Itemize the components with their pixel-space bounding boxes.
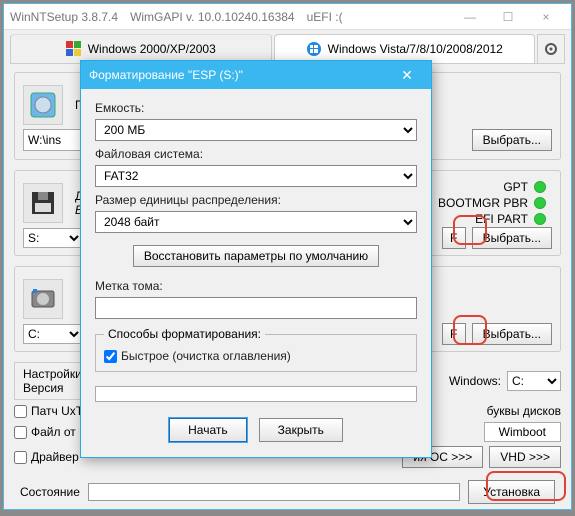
allocation-select[interactable]: 2048 байт bbox=[95, 211, 417, 233]
tab-legacy[interactable]: Windows 2000/XP/2003 bbox=[10, 34, 272, 63]
close-button[interactable]: × bbox=[527, 6, 565, 28]
disc-icon bbox=[23, 85, 63, 125]
wimboot-label: Wimboot bbox=[484, 422, 561, 442]
install-button[interactable]: Установка bbox=[468, 480, 555, 504]
windows-logo-icon bbox=[306, 41, 322, 57]
format-methods-group: Способы форматирования: Быстрое (очистка… bbox=[95, 327, 417, 372]
maximize-button[interactable]: ☐ bbox=[489, 6, 527, 28]
fileot-checkbox[interactable]: Файл от bbox=[14, 425, 76, 439]
app-title: WinNTSetup 3.8.7.4 bbox=[10, 10, 118, 24]
floppy-icon bbox=[23, 183, 63, 223]
dialog-titlebar: Форматирование "ESP (S:)" ✕ bbox=[81, 61, 431, 89]
drives-label: буквы дисков bbox=[487, 404, 561, 418]
tab-modern-label: Windows Vista/7/8/10/2008/2012 bbox=[328, 42, 503, 56]
gear-icon bbox=[543, 41, 559, 57]
efi-title: uEFI :( bbox=[307, 10, 343, 24]
progress-bar bbox=[88, 483, 460, 501]
drivers-checkbox[interactable]: Драйвер bbox=[14, 450, 79, 464]
install-format-button[interactable]: F bbox=[442, 323, 466, 345]
format-methods-label: Способы форматирования: bbox=[104, 327, 265, 341]
capacity-label: Емкость: bbox=[95, 101, 417, 115]
efipart-dot-icon bbox=[534, 213, 546, 225]
volume-label-label: Метка тома: bbox=[95, 279, 417, 293]
bootmgr-label: BOOTMGR PBR bbox=[438, 195, 528, 211]
minimize-button[interactable]: — bbox=[451, 6, 489, 28]
efipart-label: EFI PART bbox=[475, 211, 528, 227]
gpt-dot-icon bbox=[534, 181, 546, 193]
windows-flag-icon bbox=[66, 41, 82, 57]
source-browse-button[interactable]: Выбрать... bbox=[472, 129, 552, 151]
tab-modern[interactable]: Windows Vista/7/8/10/2008/2012 bbox=[274, 34, 536, 63]
dialog-close-button[interactable]: ✕ bbox=[391, 65, 423, 85]
bootmgr-dot-icon bbox=[534, 197, 546, 209]
patch-checkbox[interactable]: Патч UxT bbox=[14, 404, 83, 418]
state-label: Состояние bbox=[20, 485, 80, 499]
capacity-select[interactable]: 200 МБ bbox=[95, 119, 417, 141]
restore-defaults-button[interactable]: Восстановить параметры по умолчанию bbox=[133, 245, 379, 267]
version-label: Версия bbox=[23, 381, 82, 395]
tab-settings[interactable] bbox=[537, 34, 565, 63]
quick-format-checkbox[interactable]: Быстрое (очистка оглавления) bbox=[104, 349, 408, 363]
boot-browse-button[interactable]: Выбрать... bbox=[472, 227, 552, 249]
hdd-icon bbox=[23, 279, 63, 319]
gpt-label: GPT bbox=[503, 179, 528, 195]
api-title: WimGAPI v. 10.0.10240.16384 bbox=[130, 10, 295, 24]
allocation-label: Размер единицы распределения: bbox=[95, 193, 417, 207]
filesystem-select[interactable]: FAT32 bbox=[95, 165, 417, 187]
volume-label-input[interactable] bbox=[95, 297, 417, 319]
vhd-button[interactable]: VHD >>> bbox=[489, 446, 561, 468]
format-dialog: Форматирование "ESP (S:)" ✕ Емкость: 200… bbox=[80, 60, 432, 458]
install-browse-button[interactable]: Выбрать... bbox=[472, 323, 552, 345]
boot-format-button[interactable]: F bbox=[442, 227, 466, 249]
dialog-progress-bar bbox=[95, 386, 417, 402]
status-lights: GPT BOOTMGR PBR EFI PART bbox=[438, 179, 546, 227]
dialog-title: Форматирование "ESP (S:)" bbox=[89, 68, 243, 82]
windows-drive-select[interactable]: C: bbox=[507, 371, 561, 391]
boot-drive-select[interactable]: S: bbox=[23, 228, 83, 248]
windows-label: Windows: bbox=[449, 374, 501, 388]
filesystem-label: Файловая система: bbox=[95, 147, 417, 161]
titlebar: WinNTSetup 3.8.7.4 WimGAPI v. 10.0.10240… bbox=[4, 4, 571, 30]
cancel-button[interactable]: Закрыть bbox=[259, 418, 343, 442]
tab-legacy-label: Windows 2000/XP/2003 bbox=[88, 42, 216, 56]
start-button[interactable]: Начать bbox=[169, 418, 247, 442]
settings-label: Настройки bbox=[23, 367, 82, 381]
state-row: Состояние Установка bbox=[14, 476, 561, 508]
install-drive-select[interactable]: C: bbox=[23, 324, 83, 344]
